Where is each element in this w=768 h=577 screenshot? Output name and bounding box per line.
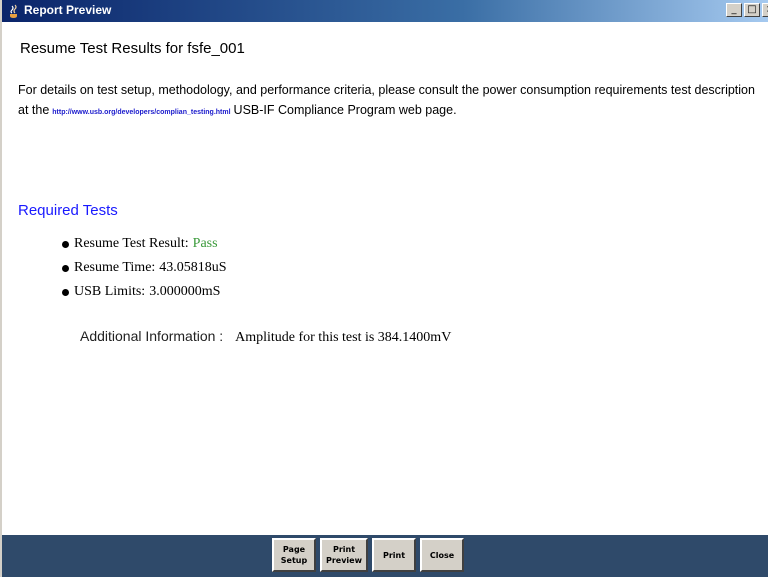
result-value: 3.000000mS <box>149 284 221 299</box>
report-content: Resume Test Results for fsfe_001 For det… <box>4 22 764 535</box>
results-list: Resume Test Result: Pass Resume Time: 43… <box>62 232 227 304</box>
close-label: Close <box>429 550 455 560</box>
list-item: USB Limits: 3.000000mS <box>62 280 227 304</box>
bullet-icon <box>62 264 69 272</box>
result-value: Pass <box>192 236 218 251</box>
page-setup-label-line1: Page <box>282 545 306 554</box>
close-button[interactable]: Close <box>420 538 464 572</box>
result-value: 43.05818uS <box>159 260 227 275</box>
java-coffee-icon <box>10 4 17 18</box>
required-tests-title: Required Tests <box>18 202 118 219</box>
report-heading: Resume Test Results for fsfe_001 <box>20 40 245 57</box>
report-preview-window: Report Preview _ □ × Resume Test Results… <box>0 0 768 577</box>
button-bar: Page Setup Print Preview Print Close <box>2 535 768 577</box>
list-item: Resume Test Result: Pass <box>62 232 227 256</box>
close-window-button[interactable]: × <box>762 3 768 17</box>
list-item: Resume Time: 43.05818uS <box>62 256 227 280</box>
result-label: USB Limits: <box>74 284 146 299</box>
print-preview-label-line1: Print <box>332 545 356 554</box>
additional-info-value: Amplitude for this test is 384.1400mV <box>235 330 452 345</box>
window-title: Report Preview <box>24 3 112 17</box>
page-setup-button[interactable]: Page Setup <box>272 538 316 572</box>
intro-paragraph: For details on test setup, methodology, … <box>18 80 758 123</box>
print-preview-button[interactable]: Print Preview <box>320 538 368 572</box>
print-preview-label-line2: Preview <box>325 556 362 565</box>
additional-information: Additional Information : Amplitude for t… <box>80 328 451 346</box>
bullet-icon <box>62 288 69 296</box>
intro-text-after: USB-IF Compliance Program web page. <box>233 103 457 117</box>
print-label: Print <box>382 550 406 560</box>
result-label: Resume Time: <box>74 260 156 275</box>
minimize-button[interactable]: _ <box>726 3 742 17</box>
result-label: Resume Test Result: <box>74 236 189 251</box>
maximize-button[interactable]: □ <box>744 3 760 17</box>
button-row: Page Setup Print Preview Print Close <box>272 538 464 572</box>
title-bar[interactable]: Report Preview _ □ × <box>2 0 768 22</box>
bullet-icon <box>62 240 69 248</box>
page-setup-label-line2: Setup <box>280 556 308 565</box>
compliance-link[interactable]: http://www.usb.org/developers/complian_t… <box>52 109 230 116</box>
additional-info-label: Additional Information : <box>80 328 224 344</box>
window-controls: _ □ × <box>726 3 768 17</box>
print-button[interactable]: Print <box>372 538 416 572</box>
